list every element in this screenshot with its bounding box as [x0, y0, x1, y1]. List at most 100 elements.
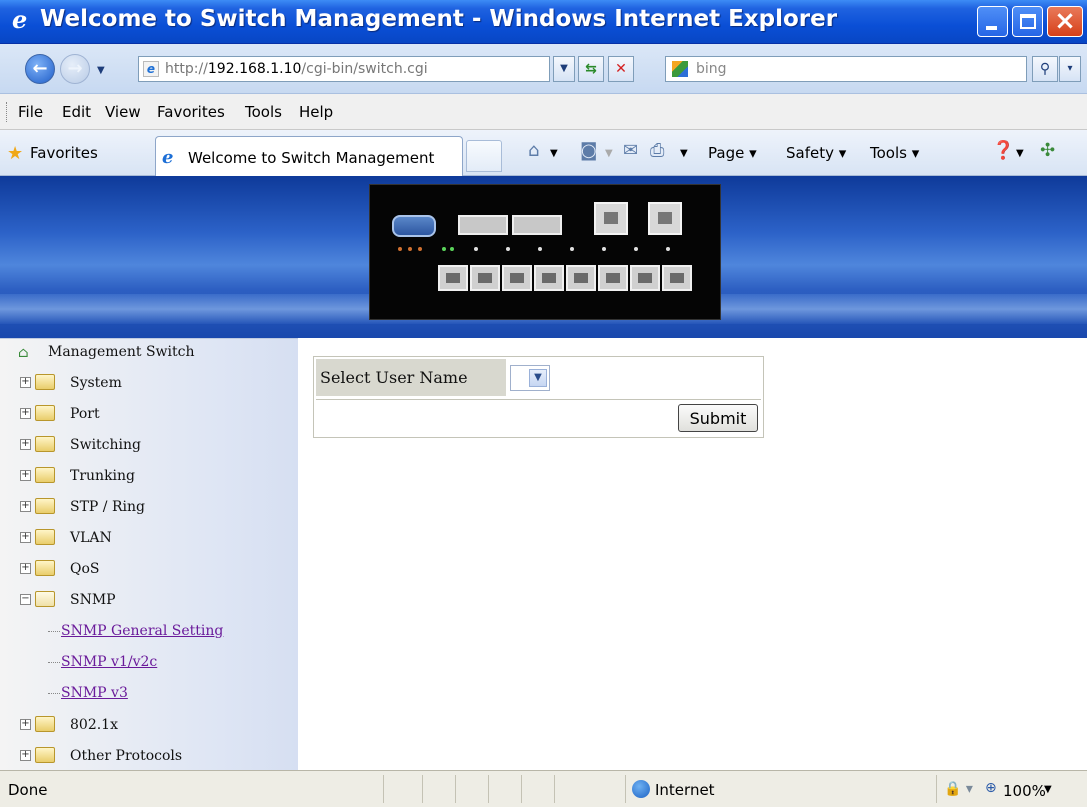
- security-zone[interactable]: Internet: [655, 781, 715, 799]
- home-dropdown[interactable]: ▼: [550, 148, 558, 159]
- status-divider: [455, 775, 456, 803]
- stop-button[interactable]: ✕: [608, 56, 634, 82]
- ethernet-port-icon: [630, 265, 660, 291]
- expand-icon[interactable]: +: [20, 532, 31, 543]
- tree-leaf-link[interactable]: SNMP v3: [61, 685, 128, 701]
- menu-favorites[interactable]: Favorites: [157, 103, 225, 121]
- search-button[interactable]: ⚲: [1032, 56, 1058, 82]
- url-host: 192.168.1.10: [207, 61, 302, 77]
- folder-icon: [35, 747, 55, 763]
- status-led-icon: [418, 247, 422, 251]
- status-divider: [936, 775, 937, 803]
- recent-pages-dropdown[interactable]: ▼: [97, 65, 105, 76]
- close-button[interactable]: ×: [1047, 6, 1083, 37]
- minimize-button[interactable]: [977, 6, 1008, 37]
- menu-edit[interactable]: Edit: [62, 103, 91, 121]
- port-led-icon: [666, 247, 670, 251]
- address-toolbar: ← → ▼ e http://192.168.1.10/cgi-bin/switc…: [0, 44, 1087, 94]
- new-tab-button[interactable]: [466, 140, 502, 172]
- uplink-port-icon: [648, 202, 682, 235]
- port-led-icon: [442, 247, 446, 251]
- page-favicon-icon: e: [143, 61, 159, 77]
- tree-node-label: SNMP: [70, 592, 116, 608]
- address-dropdown-button[interactable]: ▼: [553, 56, 575, 82]
- print-dropdown[interactable]: ▼: [680, 148, 688, 159]
- zoom-dropdown[interactable]: ▼: [1044, 784, 1052, 795]
- protected-mode-icon[interactable]: 🔒 ▾: [944, 781, 973, 797]
- tree-connector: [48, 631, 60, 632]
- menu-bar: File Edit View Favorites Tools Help: [0, 94, 1087, 130]
- help-icon[interactable]: ❓: [992, 140, 1014, 161]
- tree-node-label: Switching: [70, 437, 141, 453]
- feeds-dropdown[interactable]: ▼: [605, 148, 613, 159]
- tree-connector: [48, 662, 60, 663]
- tree-node-label: 802.1x: [70, 717, 118, 733]
- menu-view[interactable]: View: [105, 103, 141, 121]
- expand-icon[interactable]: +: [20, 439, 31, 450]
- url-prefix: http://: [165, 61, 208, 77]
- expand-icon[interactable]: +: [20, 750, 31, 761]
- feeds-icon[interactable]: ◙: [580, 140, 597, 161]
- refresh-button[interactable]: ⇆: [578, 56, 604, 82]
- favorites-button[interactable]: Favorites: [30, 144, 98, 162]
- tab-welcome[interactable]: e Welcome to Switch Management: [155, 136, 463, 176]
- search-input[interactable]: bing: [665, 56, 1027, 82]
- status-text: Done: [8, 781, 48, 799]
- window-titlebar[interactable]: e Welcome to Switch Management - Windows…: [0, 0, 1087, 44]
- favorites-star-icon[interactable]: ★: [7, 143, 23, 164]
- expand-icon[interactable]: +: [20, 470, 31, 481]
- folder-icon: [35, 529, 55, 545]
- tools-menu-button[interactable]: Tools ▾: [870, 144, 919, 162]
- internet-zone-icon[interactable]: [632, 780, 650, 798]
- folder-icon: [35, 405, 55, 421]
- folder-icon: [35, 467, 55, 483]
- expand-icon[interactable]: +: [20, 408, 31, 419]
- search-options-dropdown[interactable]: ▾: [1059, 56, 1081, 82]
- tree-node-label: Other Protocols: [70, 748, 183, 764]
- port-led-icon: [634, 247, 638, 251]
- zoom-icon[interactable]: ⊕: [985, 780, 997, 796]
- status-divider: [383, 775, 384, 803]
- tree-leaf-link[interactable]: SNMP v1/v2c: [61, 654, 157, 670]
- mail-icon[interactable]: ✉: [623, 140, 638, 161]
- zoom-level[interactable]: 100%: [1003, 782, 1046, 800]
- menu-tools[interactable]: Tools: [245, 103, 282, 121]
- page-menu-button[interactable]: Page ▾: [708, 144, 757, 162]
- maximize-button[interactable]: [1012, 6, 1043, 37]
- safety-menu-button[interactable]: Safety ▾: [786, 144, 846, 162]
- chevron-down-icon: ▼: [560, 63, 568, 74]
- expand-icon[interactable]: +: [20, 501, 31, 512]
- address-input[interactable]: e http://192.168.1.10/cgi-bin/switch.cgi: [138, 56, 550, 82]
- expand-icon[interactable]: +: [20, 377, 31, 388]
- user-name-select[interactable]: ▼: [510, 365, 550, 391]
- collapse-icon[interactable]: −: [20, 594, 31, 605]
- port-led-icon: [602, 247, 606, 251]
- tree-node-label: Trunking: [70, 468, 136, 484]
- print-icon[interactable]: ⎙: [650, 140, 664, 161]
- chevron-down-icon: ▾: [1067, 63, 1073, 74]
- home-icon[interactable]: ⌂: [528, 140, 539, 161]
- fiber-port-icon: [512, 215, 562, 235]
- status-led-icon: [408, 247, 412, 251]
- status-divider: [521, 775, 522, 803]
- chevron-down-icon[interactable]: ▼: [529, 369, 547, 387]
- switch-device-image: [369, 184, 721, 320]
- help-dropdown[interactable]: ▼: [1016, 148, 1024, 159]
- status-led-icon: [398, 247, 402, 251]
- tree-node-label: System: [70, 375, 122, 391]
- expand-icon[interactable]: +: [20, 719, 31, 730]
- folder-icon: [35, 436, 55, 452]
- select-user-cell: ▼: [508, 359, 761, 396]
- safety-menu-label: Safety: [786, 144, 834, 162]
- menu-file[interactable]: File: [18, 103, 43, 121]
- menu-help[interactable]: Help: [299, 103, 333, 121]
- tree-leaf-link[interactable]: SNMP General Setting: [61, 623, 223, 639]
- expand-icon[interactable]: +: [20, 563, 31, 574]
- status-divider: [488, 775, 489, 803]
- forward-button[interactable]: →: [60, 54, 90, 84]
- research-icon[interactable]: ✣: [1040, 140, 1055, 161]
- tree-node-label: VLAN: [70, 530, 112, 546]
- submit-button[interactable]: Submit: [678, 404, 758, 432]
- toolbar-grip[interactable]: [6, 102, 8, 122]
- back-button[interactable]: ←: [25, 54, 55, 84]
